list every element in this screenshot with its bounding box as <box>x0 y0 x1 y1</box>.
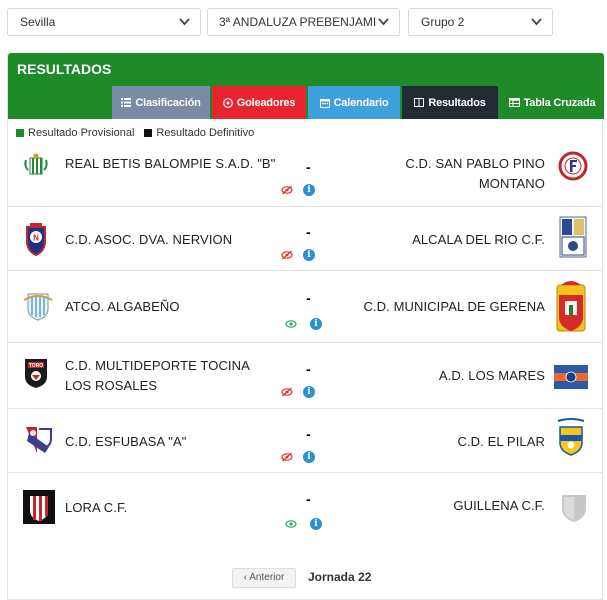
san-pablo-crest-icon <box>558 151 588 181</box>
gerena-crest-icon <box>556 281 586 332</box>
betis-crest-icon <box>24 153 48 175</box>
tab-resultados-label: Resultados <box>428 96 486 109</box>
away-team[interactable]: C.D. EL PILAR <box>315 432 545 452</box>
home-team[interactable]: C.D. ASOC. DVA. NERVION <box>65 230 280 250</box>
match-row[interactable]: N C.D. ASOC. DVA. NERVION - i ALCALA DEL… <box>8 207 602 271</box>
away-team[interactable]: C.D. SAN PABLO PINO MONTANO <box>375 154 545 194</box>
previous-button-label: Anterior <box>249 572 285 583</box>
home-team[interactable]: C.D. ESFUBASA "A" <box>65 432 280 452</box>
away-team[interactable]: GUILLENA C.F. <box>315 496 545 516</box>
svg-text:N: N <box>33 234 39 243</box>
alcala-crest-icon <box>559 216 587 258</box>
soccer-ball-icon <box>222 97 233 108</box>
category-select-value: 3ª ANDALUZA PREBENJAMI <box>219 15 377 29</box>
tab-tabla-cruzada[interactable]: Tabla Cruzada <box>500 86 604 119</box>
previous-button[interactable]: ‹ Anterior <box>232 568 296 588</box>
info-icon[interactable]: i <box>303 386 315 398</box>
legend-provisional: Resultado Provisional <box>16 127 134 139</box>
eye-slash-icon[interactable] <box>281 250 293 260</box>
away-team[interactable]: A.D. LOS MARES <box>315 366 545 386</box>
match-score: - <box>306 290 311 306</box>
tabs-bar: Clasificación Goleadores Calendario Resu… <box>8 86 604 119</box>
category-select[interactable]: 3ª ANDALUZA PREBENJAMI <box>207 8 400 36</box>
eye-icon[interactable] <box>285 319 297 329</box>
tab-tabla-cruzada-label: Tabla Cruzada <box>523 96 596 109</box>
province-select-value: Sevilla <box>20 15 56 29</box>
match-row[interactable]: C.D. ESFUBASA "A" - i C.D. EL PILAR <box>8 409 602 473</box>
svg-text:TORO: TORO <box>29 363 43 369</box>
chevron-down-icon <box>531 9 542 26</box>
info-icon[interactable]: i <box>303 451 315 463</box>
eye-slash-icon[interactable] <box>281 185 293 195</box>
match-row[interactable]: LORA C.F. - i GUILLENA C.F. <box>8 473 602 541</box>
tab-calendario-label: Calendario <box>333 96 389 109</box>
los-mares-crest-icon <box>554 365 588 389</box>
el-pilar-crest-icon <box>557 418 585 456</box>
chevron-down-icon <box>179 9 190 26</box>
home-team[interactable]: C.D. MULTIDEPORTE TOCINA LOS ROSALES <box>65 356 275 396</box>
eye-slash-icon[interactable] <box>281 452 293 462</box>
default-shield-icon <box>562 495 586 522</box>
tab-goleadores-label: Goleadores <box>236 96 296 109</box>
legend-definitivo-label: Resultado Definitivo <box>156 127 255 139</box>
lora-crest-icon <box>23 490 55 524</box>
eye-slash-icon[interactable] <box>281 387 293 397</box>
match-row[interactable]: ATCO. ALGABEÑO - i C.D. MUNICIPAL DE GER… <box>8 271 602 343</box>
tab-goleadores[interactable]: Goleadores <box>212 86 306 119</box>
match-score: - <box>306 491 311 507</box>
group-select[interactable]: Grupo 2 <box>408 8 553 36</box>
match-row[interactable]: TORO C.D. MULTIDEPORTE TOCINA LOS ROSALE… <box>8 343 602 409</box>
panel-header: RESULTADOS <box>8 53 604 86</box>
match-score: - <box>306 361 311 377</box>
info-icon[interactable]: i <box>310 318 322 330</box>
away-team[interactable]: C.D. MUNICIPAL DE GERENA <box>335 297 545 317</box>
tab-calendario[interactable]: Calendario <box>308 86 400 119</box>
legend-provisional-label: Resultado Provisional <box>28 127 135 139</box>
tab-clasificacion-label: Clasificación <box>135 96 201 109</box>
tab-resultados[interactable]: Resultados <box>402 86 498 119</box>
group-select-value: Grupo 2 <box>421 15 465 29</box>
info-icon[interactable]: i <box>310 518 322 530</box>
columns-icon <box>414 98 425 107</box>
esfubasa-crest-icon <box>26 427 52 453</box>
match-row[interactable]: REAL BETIS BALOMPIE S.A.D. "B" - i C.D. … <box>8 141 602 207</box>
nervion-crest-icon: N <box>26 223 46 257</box>
green-square-icon <box>16 129 24 137</box>
list-icon <box>121 98 132 107</box>
info-icon[interactable]: i <box>303 184 315 196</box>
tocina-crest-icon: TORO <box>25 359 47 388</box>
calendar-icon <box>319 98 330 108</box>
algabeno-crest-icon <box>23 293 53 321</box>
legend-definitivo: Resultado Definitivo <box>144 127 254 139</box>
info-icon[interactable]: i <box>303 249 315 261</box>
eye-icon[interactable] <box>285 519 297 529</box>
home-team[interactable]: REAL BETIS BALOMPIE S.A.D. "B" <box>65 154 280 174</box>
chevron-down-icon <box>378 9 389 26</box>
black-square-icon <box>144 129 153 137</box>
tab-clasificacion[interactable]: Clasificación <box>112 86 210 119</box>
legend: Resultado Provisional Resultado Definiti… <box>16 127 264 139</box>
match-score: - <box>306 224 311 240</box>
home-team[interactable]: LORA C.F. <box>65 498 280 518</box>
province-select[interactable]: Sevilla <box>7 8 201 36</box>
away-team[interactable]: ALCALA DEL RIO C.F. <box>315 230 545 250</box>
table-icon <box>508 98 520 107</box>
results-panel: RESULTADOS Clasificación Goleadores Cale… <box>7 53 604 600</box>
panel-title: RESULTADOS <box>17 61 112 77</box>
match-score: - <box>306 426 311 442</box>
jornada-label: Jornada 22 <box>308 570 372 584</box>
match-score: - <box>306 159 311 175</box>
home-team[interactable]: ATCO. ALGABEÑO <box>65 297 280 317</box>
